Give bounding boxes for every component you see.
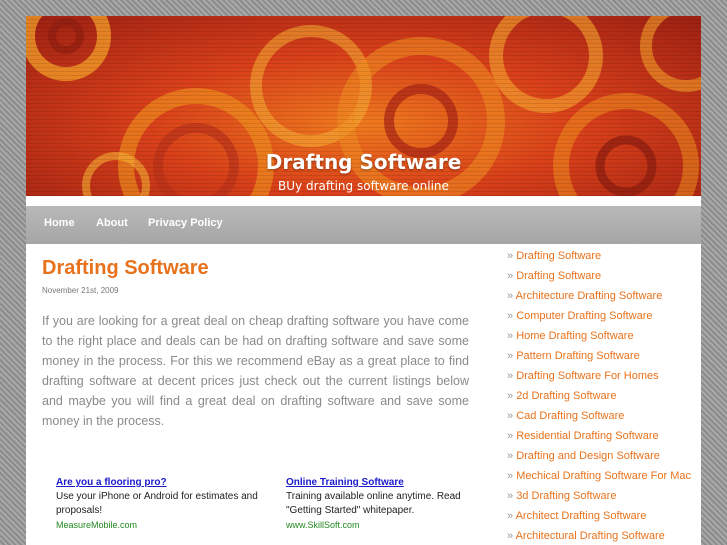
site-title[interactable]: Draftng Software xyxy=(26,150,701,174)
sidebar-link[interactable]: Cad Drafting Software xyxy=(516,410,624,422)
sidebar-link[interactable]: 2d Drafting Software xyxy=(516,390,616,402)
ad-unit: Online Training Software Training availa… xyxy=(286,476,471,532)
bullet-icon: » xyxy=(507,530,514,542)
sidebar-list-item: » Architect Drafting Software xyxy=(507,510,701,530)
sidebar-link[interactable]: Drafting and Design Software xyxy=(516,450,660,462)
ad-title-link[interactable]: Online Training Software xyxy=(286,476,471,490)
post-body: If you are looking for a great deal on c… xyxy=(42,314,469,428)
sidebar-list-item: » Drafting Software xyxy=(507,250,701,270)
bullet-icon: » xyxy=(507,290,514,302)
sidebar-link[interactable]: Home Drafting Software xyxy=(516,330,633,342)
sidebar-link[interactable]: Computer Drafting Software xyxy=(516,310,652,322)
ad-unit: Are you a flooring pro? Use your iPhone … xyxy=(56,476,271,532)
ad-title-link[interactable]: Are you a flooring pro? xyxy=(56,476,271,490)
sidebar-list-item: » Computer Drafting Software xyxy=(507,310,701,330)
sidebar-link[interactable]: Drafting Software xyxy=(516,270,601,282)
sidebar-link[interactable]: Architectural Drafting Software xyxy=(516,530,665,542)
sidebar-list-item: » Cad Drafting Software xyxy=(507,410,701,430)
post-date: November 21st, 2009 xyxy=(42,286,119,295)
bullet-icon: » xyxy=(507,370,514,382)
sidebar-link[interactable]: Mechical Drafting Software For Mac xyxy=(516,470,691,482)
sidebar-link[interactable]: Pattern Drafting Software xyxy=(516,350,640,362)
sidebar-link[interactable]: Drafting Software For Homes xyxy=(516,370,658,382)
nav-item-home[interactable]: Home xyxy=(44,217,75,229)
sidebar-list-item: » 2d Drafting Software xyxy=(507,390,701,410)
bullet-icon: » xyxy=(507,410,514,422)
sidebar-list-item: » 3d Drafting Software xyxy=(507,490,701,510)
sidebar-link[interactable]: Architect Drafting Software xyxy=(516,510,647,522)
bullet-icon: » xyxy=(507,390,514,402)
sidebar-list-item: » Architectural Drafting Software xyxy=(507,530,701,545)
main-nav: Home About Privacy Policy xyxy=(26,206,701,244)
sidebar-list-item: » Architecture Drafting Software xyxy=(507,290,701,310)
sidebar-link[interactable]: Drafting Software xyxy=(516,250,601,262)
bullet-icon: » xyxy=(507,330,514,342)
nav-item-privacy-policy[interactable]: Privacy Policy xyxy=(148,217,223,229)
post-title[interactable]: Drafting Software xyxy=(42,257,209,280)
sidebar-link[interactable]: Architecture Drafting Software xyxy=(516,290,663,302)
ad-url-link[interactable]: www.SkillSoft.com xyxy=(286,518,471,532)
sidebar-list-item: » Mechical Drafting Software For Mac xyxy=(507,470,701,490)
site-tagline: BUy drafting software online xyxy=(278,179,449,193)
bullet-icon: » xyxy=(507,490,514,502)
bullet-icon: » xyxy=(507,470,514,482)
sidebar-list-item: » Drafting Software For Homes xyxy=(507,370,701,390)
bullet-icon: » xyxy=(507,450,514,462)
page-container: Draftng Software BUy drafting software o… xyxy=(26,16,701,545)
sidebar-list-item: » Drafting and Design Software xyxy=(507,450,701,470)
bullet-icon: » xyxy=(507,430,514,442)
sidebar-link-list: » Drafting Software» Drafting Software» … xyxy=(507,250,701,545)
sidebar-list-item: » Pattern Drafting Software xyxy=(507,350,701,370)
nav-item-about[interactable]: About xyxy=(96,217,128,229)
header-banner: Draftng Software BUy drafting software o… xyxy=(26,16,701,196)
bullet-icon: » xyxy=(507,250,514,262)
bullet-icon: » xyxy=(507,310,514,322)
bullet-icon: » xyxy=(507,270,514,282)
sidebar-link[interactable]: 3d Drafting Software xyxy=(516,490,616,502)
sidebar-list-item: » Residential Drafting Software xyxy=(507,430,701,450)
ad-text: Training available online anytime. Read … xyxy=(286,491,461,516)
sidebar-list-item: » Drafting Software xyxy=(507,270,701,290)
ad-text: Use your iPhone or Android for estimates… xyxy=(56,491,258,516)
bullet-icon: » xyxy=(507,350,514,362)
ad-url-link[interactable]: MeasureMobile.com xyxy=(56,518,271,532)
bullet-icon: » xyxy=(507,510,514,522)
sidebar-link[interactable]: Residential Drafting Software xyxy=(516,430,658,442)
sidebar-list-item: » Home Drafting Software xyxy=(507,330,701,350)
